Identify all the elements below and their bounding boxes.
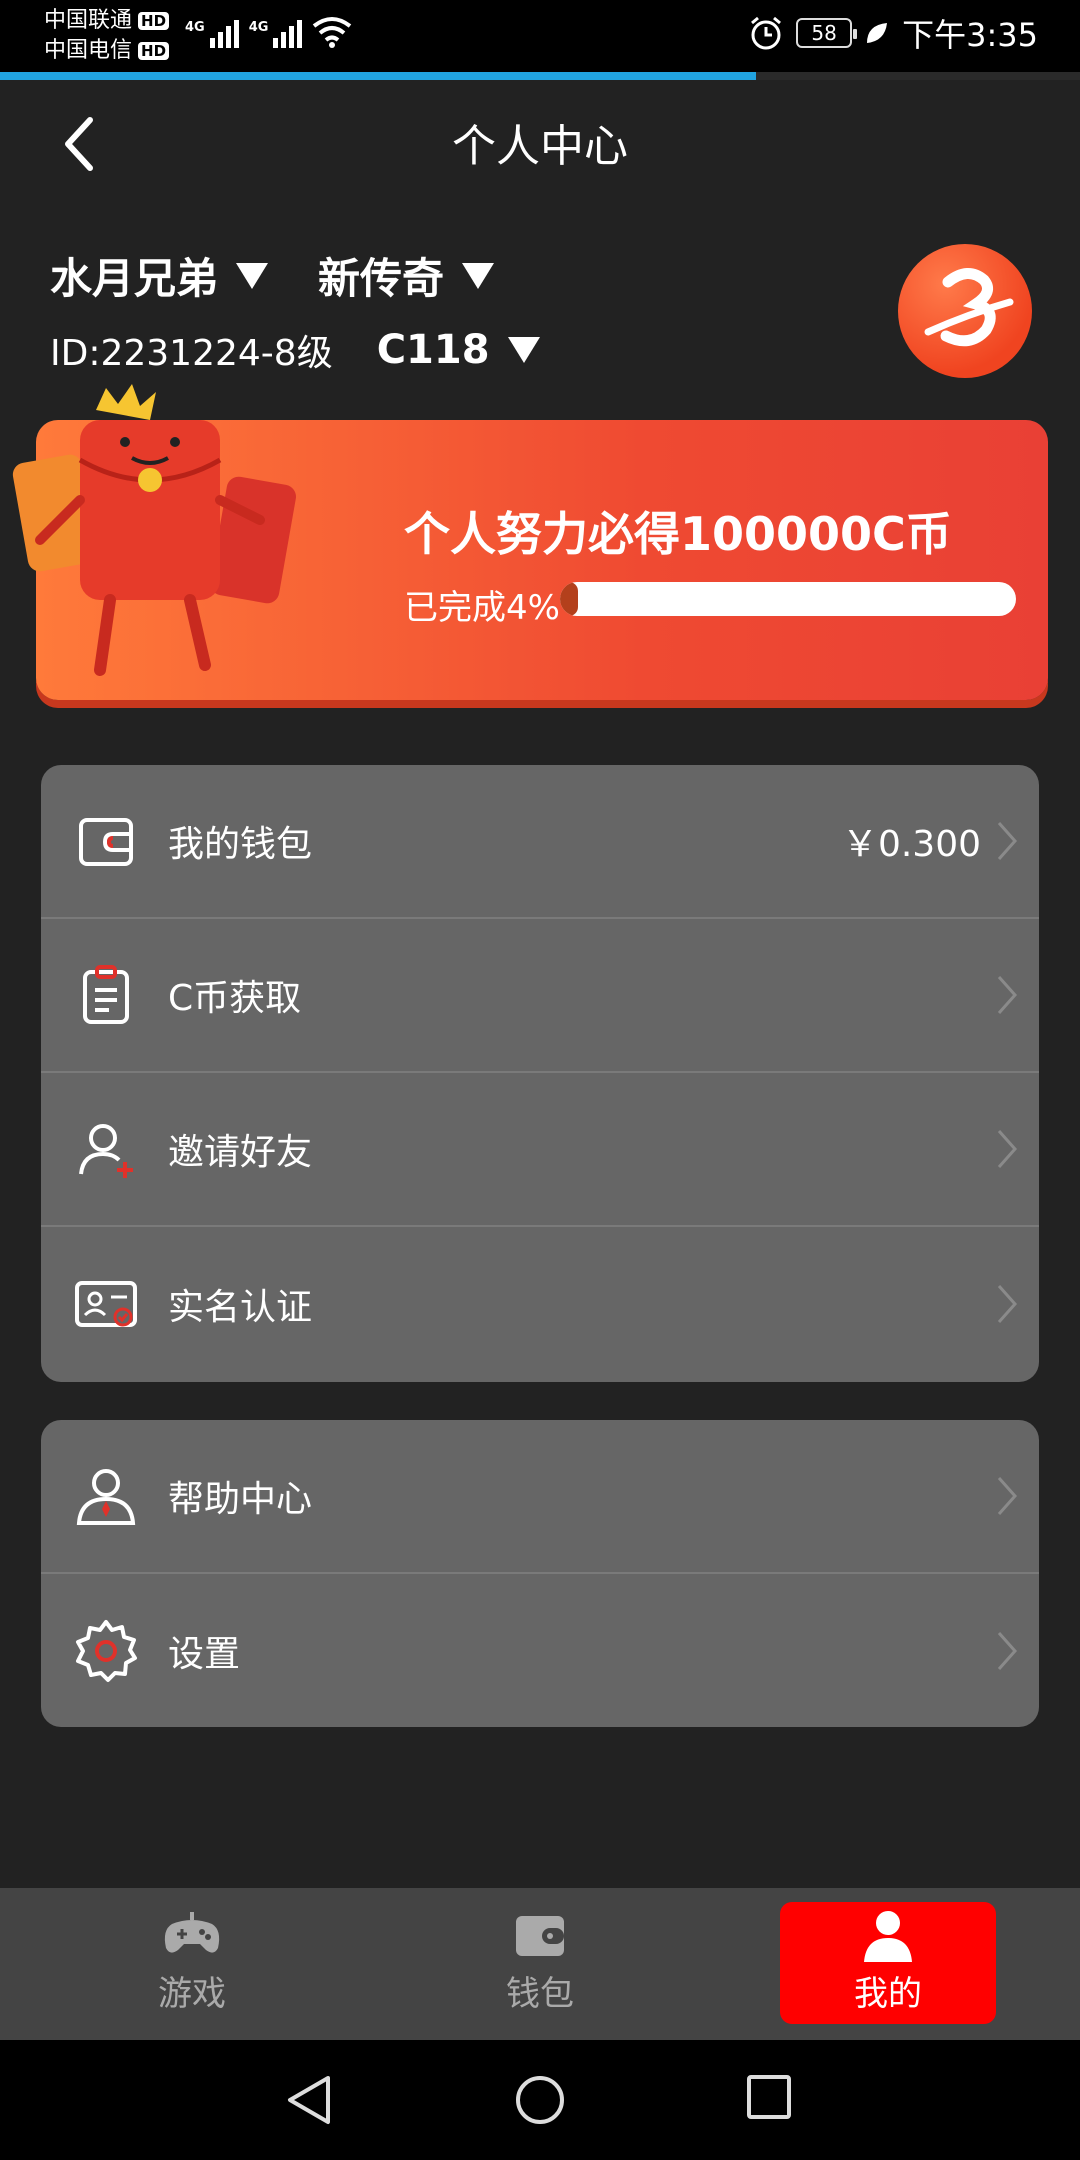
- help-user-icon: [76, 1469, 136, 1525]
- signal-icon: 4G: [185, 20, 239, 48]
- battery-icon: 58: [796, 18, 858, 48]
- tab-wallet[interactable]: 钱包: [432, 1902, 648, 2024]
- network-type: 4G: [248, 20, 269, 35]
- completion-label: 已完成4%: [404, 588, 560, 628]
- menu-item-label: 我的钱包: [168, 824, 313, 865]
- username: 水月兄弟: [50, 254, 219, 303]
- tab-mine[interactable]: 我的: [780, 1902, 996, 2024]
- carrier-2: 中国电信: [44, 38, 133, 63]
- chevron-right-icon: [997, 1632, 1018, 1670]
- id-card-icon: [75, 1281, 137, 1327]
- character-dropdown-icon[interactable]: [507, 337, 540, 363]
- menu-item-label: C币获取: [168, 978, 302, 1019]
- signal-indicators: 4G 4G: [185, 16, 352, 48]
- menu-item-label: 邀请好友: [168, 1132, 313, 1173]
- menu-item-help-center[interactable]: 帮助中心: [41, 1420, 1039, 1574]
- tab-label: 钱包: [506, 1974, 574, 2014]
- page-title: 个人中心: [452, 121, 628, 172]
- alarm-icon: [751, 16, 782, 50]
- server-name: 新传奇: [318, 254, 445, 303]
- banner-title: 个人努力必得100000C币: [404, 507, 952, 561]
- nav-home-icon[interactable]: [514, 2074, 566, 2126]
- tab-label: 游戏: [158, 1974, 226, 2014]
- tab-games[interactable]: 游戏: [84, 1902, 300, 2024]
- chevron-right-icon: [997, 1130, 1018, 1168]
- user-id: ID:2231224-8级: [50, 333, 333, 374]
- server-dropdown-icon[interactable]: [462, 262, 495, 289]
- wallet-balance: ￥0.300: [841, 824, 981, 865]
- hd-badge: HD: [138, 12, 170, 30]
- leaf-icon: [867, 23, 888, 43]
- bottom-tab-bar: 游戏 钱包 我的: [0, 1888, 1080, 2040]
- menu-item-settings[interactable]: 设置: [41, 1574, 1039, 1727]
- carrier-1: 中国联通: [44, 8, 133, 33]
- secondary-menu-card: 帮助中心 设置: [41, 1420, 1039, 1727]
- profile-header: 水月兄弟 新传奇 ID:2231224-8级 C118: [50, 245, 540, 376]
- hd-badge: HD: [138, 42, 170, 60]
- character-name: C118: [376, 327, 490, 373]
- profile-page: 个人中心 水月兄弟 新传奇 ID:2231224-8级 C118 个人努力必得1…: [0, 80, 1080, 1888]
- menu-item-coin-earn[interactable]: C币获取: [41, 919, 1039, 1073]
- gamepad-icon: [164, 1912, 220, 1953]
- menu-item-invite-friends[interactable]: 邀请好友: [41, 1073, 1039, 1227]
- chevron-right-icon: [997, 1477, 1018, 1515]
- system-navigation-bar: [0, 2040, 1080, 2160]
- page-load-progress: [0, 72, 1080, 80]
- wallet-icon: [516, 1916, 564, 1956]
- menu-item-label: 帮助中心: [168, 1479, 313, 1520]
- nav-back-icon[interactable]: [284, 2074, 334, 2126]
- wifi-icon: [313, 17, 352, 48]
- status-bar: 中国联通 HD 中国电信 HD 4G 4G 58 下午3:35: [0, 0, 1080, 72]
- menu-item-real-name-verification[interactable]: 实名认证: [41, 1227, 1039, 1381]
- menu-item-wallet[interactable]: 我的钱包 ￥0.300: [41, 765, 1039, 919]
- menu-item-label: 实名认证: [168, 1287, 313, 1328]
- person-icon: [864, 1911, 912, 1962]
- chevron-right-icon: [997, 822, 1018, 860]
- clipboard-icon: [83, 965, 129, 1024]
- add-user-icon: [79, 1124, 133, 1178]
- tab-label: 我的: [854, 1974, 922, 2014]
- account-dropdown-icon[interactable]: [236, 262, 269, 289]
- reward-progress-bar: [560, 582, 1016, 616]
- main-menu-card: 我的钱包 ￥0.300 C币获取 邀请好友 实名认证: [41, 765, 1039, 1382]
- network-type: 4G: [185, 20, 205, 35]
- app-logo: [898, 244, 1032, 378]
- clock: 下午3:35: [902, 16, 1038, 54]
- chevron-right-icon: [997, 1285, 1018, 1323]
- chevron-right-icon: [997, 976, 1018, 1014]
- signal-icon: 4G: [249, 20, 303, 48]
- menu-item-label: 设置: [168, 1634, 241, 1675]
- gear-icon: [76, 1620, 137, 1682]
- nav-recents-icon[interactable]: [746, 2074, 792, 2120]
- carrier-info: 中国联通 HD 中国电信 HD: [44, 6, 170, 66]
- nav-bar: 个人中心: [0, 80, 1080, 200]
- wallet-icon: [79, 818, 133, 866]
- red-envelope-mascot-image: [12, 384, 296, 676]
